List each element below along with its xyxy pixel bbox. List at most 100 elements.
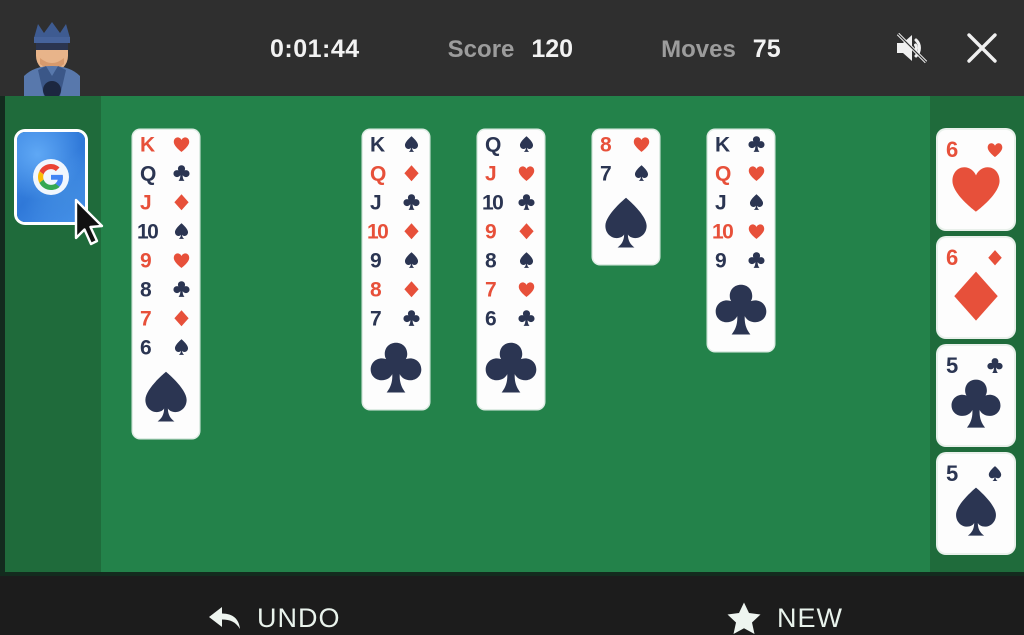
tableau-card[interactable]: 10 bbox=[478, 188, 544, 217]
suit-spades-icon bbox=[174, 223, 188, 239]
tableau-pile-4[interactable]: 87 bbox=[593, 130, 659, 264]
header-actions bbox=[892, 28, 1002, 68]
tableau-bottom-suit bbox=[133, 364, 199, 432]
card-rank: 10 bbox=[367, 220, 389, 243]
suit-hearts-icon bbox=[518, 166, 534, 181]
card-rank: 8 bbox=[485, 249, 497, 272]
tableau-pile-2[interactable]: K Q J 10 9 8 7 bbox=[363, 130, 429, 409]
game-stats: 0:01:44 Score 120 Moves 75 bbox=[270, 30, 781, 68]
tableau-pile-3[interactable]: Q J 10 9 8 7 6 bbox=[478, 130, 544, 409]
tableau-card[interactable]: Q bbox=[133, 159, 199, 188]
tableau-card[interactable]: K bbox=[133, 130, 199, 159]
new-game-button[interactable]: NEW bbox=[725, 601, 843, 635]
suit-hearts-icon bbox=[173, 253, 189, 268]
tableau-card[interactable]: Q bbox=[708, 159, 774, 188]
card-suit bbox=[171, 135, 191, 155]
tableau-card[interactable]: 7 bbox=[593, 159, 659, 188]
card-rank: J bbox=[485, 162, 497, 185]
tableau-card[interactable]: 8 bbox=[478, 246, 544, 275]
card-rank: K bbox=[715, 133, 730, 156]
card-suit bbox=[746, 164, 766, 184]
sound-muted-button[interactable] bbox=[892, 28, 932, 68]
moves-value: 75 bbox=[752, 34, 781, 63]
tableau-card[interactable]: 6 bbox=[133, 333, 199, 362]
suit-diamonds-icon bbox=[403, 165, 419, 182]
suit-clubs-icon bbox=[747, 252, 765, 268]
tableau-card[interactable]: K bbox=[363, 130, 429, 159]
tableau-card[interactable]: 9 bbox=[708, 246, 774, 275]
tableau-card[interactable]: J bbox=[363, 188, 429, 217]
tableau-card[interactable]: 8 bbox=[593, 130, 659, 159]
suit-diamonds-icon bbox=[173, 194, 189, 211]
tableau-card[interactable]: 10 bbox=[708, 217, 774, 246]
tableau-pile-5[interactable]: K Q J 10 9 bbox=[708, 130, 774, 351]
suit-clubs-icon bbox=[172, 165, 190, 181]
card-suit bbox=[516, 251, 536, 271]
new-label: NEW bbox=[777, 602, 843, 633]
tableau-pile-1[interactable]: K Q J 10 9 8 7 6 bbox=[133, 130, 199, 438]
card-rank: 7 bbox=[485, 278, 497, 301]
score-value: 120 bbox=[531, 34, 574, 63]
undo-button[interactable]: UNDO bbox=[205, 601, 341, 635]
suit-hearts-icon bbox=[633, 137, 649, 152]
suit-spades-icon bbox=[519, 136, 533, 152]
suit-hearts-icon bbox=[748, 224, 764, 239]
close-button[interactable] bbox=[962, 28, 1002, 68]
card-suit bbox=[401, 135, 421, 155]
card-suit bbox=[171, 309, 191, 329]
tableau-card[interactable]: 8 bbox=[133, 275, 199, 304]
tableau-bottom-suit bbox=[478, 335, 544, 403]
tableau-card[interactable]: 7 bbox=[363, 304, 429, 333]
card-rank: 9 bbox=[370, 249, 382, 272]
card-rank: K bbox=[370, 133, 385, 156]
card-suit bbox=[401, 309, 421, 329]
suit-hearts-icon bbox=[987, 143, 1003, 158]
foundation-pile-1[interactable]: 6 bbox=[938, 130, 1014, 229]
tableau-card[interactable]: 9 bbox=[363, 246, 429, 275]
card-rank: Q bbox=[140, 162, 156, 185]
suit-spades-icon bbox=[634, 165, 648, 181]
tableau-card[interactable]: 10 bbox=[363, 217, 429, 246]
tableau-bottom-suit bbox=[363, 335, 429, 403]
card-suit bbox=[631, 164, 651, 184]
card-suit bbox=[401, 251, 421, 271]
suit-spades-icon bbox=[956, 487, 996, 536]
suit-clubs-icon bbox=[402, 310, 420, 326]
tableau-card[interactable]: 7 bbox=[478, 275, 544, 304]
tableau-card[interactable]: 10 bbox=[133, 217, 199, 246]
tableau-card[interactable]: 7 bbox=[133, 304, 199, 333]
suit-diamonds-icon bbox=[988, 250, 1002, 266]
tableau-card[interactable]: Q bbox=[363, 159, 429, 188]
card-rank: 9 bbox=[485, 220, 497, 243]
card-rank: 9 bbox=[140, 249, 152, 272]
tableau-card[interactable]: J bbox=[708, 188, 774, 217]
timer: 0:01:44 bbox=[270, 34, 360, 63]
tableau-card[interactable]: K bbox=[708, 130, 774, 159]
tableau-card[interactable]: Q bbox=[478, 130, 544, 159]
tableau-card[interactable]: 9 bbox=[478, 217, 544, 246]
tableau-card[interactable]: 9 bbox=[133, 246, 199, 275]
card-rank: 6 bbox=[140, 336, 152, 359]
suit-hearts-icon bbox=[173, 137, 189, 152]
foundation-pile-2[interactable]: 6 bbox=[938, 238, 1014, 337]
foundation-pile-4[interactable]: 5 bbox=[938, 454, 1014, 553]
foundation-pile-3[interactable]: 5 bbox=[938, 346, 1014, 445]
solitaire-game: 0:01:44 Score 120 Moves 75 K Q J 10 9 8 … bbox=[0, 0, 1024, 634]
suit-hearts-icon bbox=[748, 166, 764, 181]
suit-hearts-icon bbox=[952, 167, 1000, 212]
card-suit bbox=[171, 280, 191, 300]
tableau-card[interactable]: 8 bbox=[363, 275, 429, 304]
card-rank: J bbox=[715, 191, 727, 214]
card-rank: 8 bbox=[600, 133, 612, 156]
tableau-card[interactable]: 6 bbox=[478, 304, 544, 333]
card-center-suit bbox=[938, 266, 1014, 328]
suit-diamonds-icon bbox=[518, 223, 534, 240]
card-suit bbox=[985, 464, 1005, 484]
tableau-card[interactable]: J bbox=[133, 188, 199, 217]
suit-spades-icon bbox=[404, 136, 418, 152]
undo-arrow-icon bbox=[205, 601, 243, 635]
suit-hearts-icon bbox=[518, 282, 534, 297]
tableau-card[interactable]: J bbox=[478, 159, 544, 188]
suit-diamonds-icon bbox=[954, 271, 998, 321]
stock-pile[interactable] bbox=[17, 132, 85, 222]
